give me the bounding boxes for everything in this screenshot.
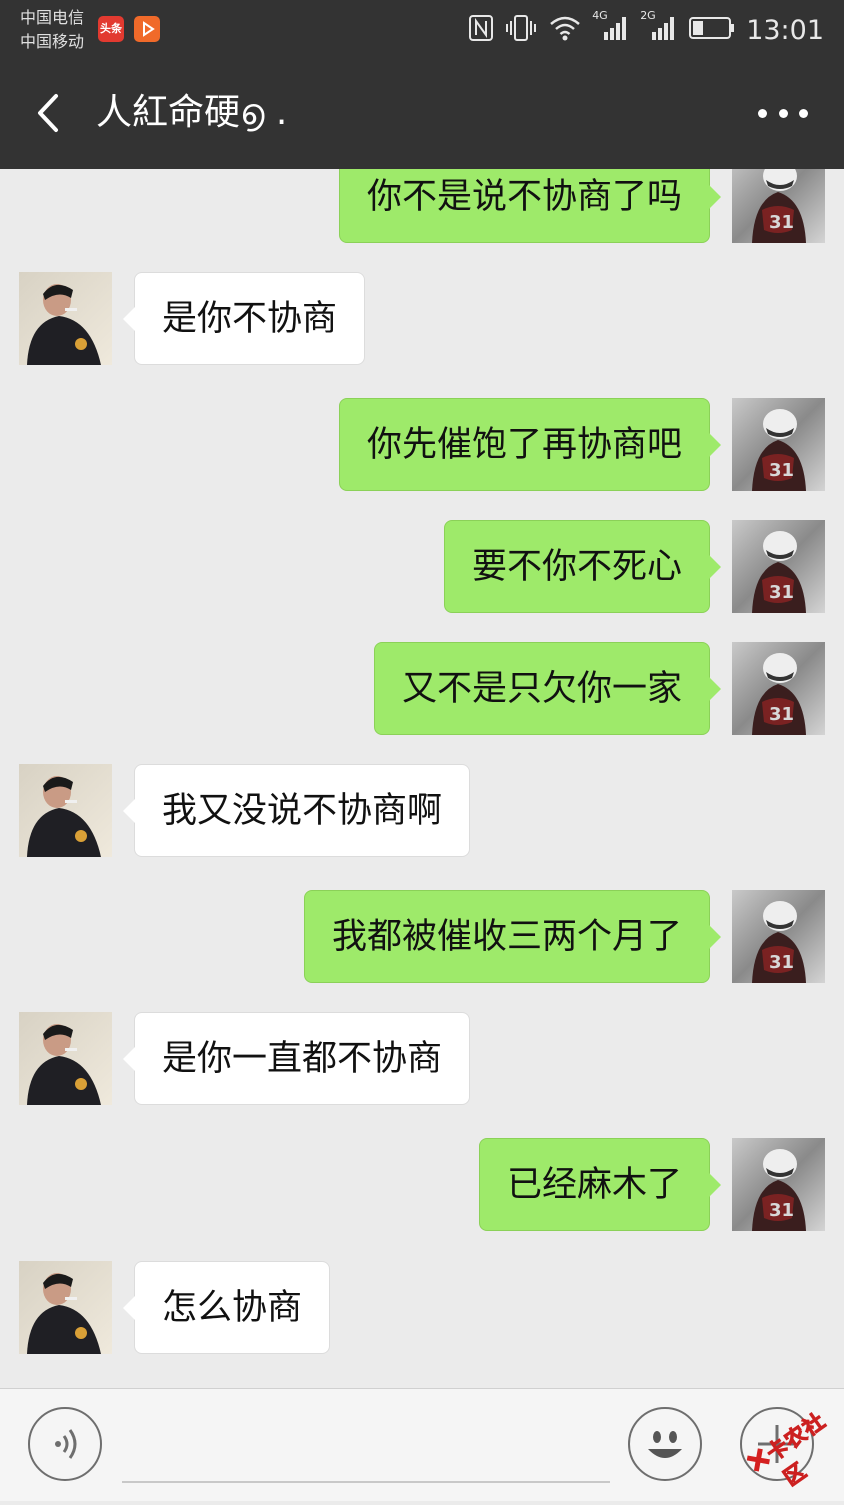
message-bubble-self[interactable]: 又不是只欠你一家 <box>373 642 722 735</box>
voice-button[interactable] <box>28 1407 102 1481</box>
message-bubble-self[interactable]: 你不是说不协商了吗 <box>338 169 722 243</box>
carrier-1: 中国电信 <box>20 8 85 27</box>
carrier-info: 中国电信 中国移动 <box>20 6 84 54</box>
avatar-self[interactable] <box>732 642 825 735</box>
carrier-2: 中国移动 <box>20 32 85 51</box>
avatar-self[interactable] <box>732 520 825 613</box>
avatar-contact[interactable] <box>19 1012 112 1105</box>
avatar-self[interactable] <box>732 169 825 243</box>
signal-2g-icon: 2G <box>640 9 678 47</box>
avatar-self[interactable] <box>732 890 825 983</box>
message-row: 是你不协商 <box>0 272 844 365</box>
status-time: 13:01 <box>746 14 824 46</box>
message-row: 你不是说不协商了吗 <box>0 169 844 243</box>
message-bubble-contact[interactable]: 怎么协商 <box>122 1261 331 1354</box>
message-row: 我又没说不协商啊 <box>0 764 844 857</box>
message-bubble-contact[interactable]: 是你一直都不协商 <box>122 1012 471 1105</box>
message-row: 怎么协商 <box>0 1261 844 1354</box>
message-bubble-contact[interactable]: 我又没说不协商啊 <box>122 764 471 857</box>
message-row: 又不是只欠你一家 <box>0 642 844 735</box>
message-input[interactable] <box>122 1411 610 1483</box>
smiley-icon <box>648 1431 682 1458</box>
message-bubble-self[interactable]: 要不你不死心 <box>443 520 722 613</box>
input-bar <box>0 1388 844 1501</box>
video-app-icon <box>134 16 160 42</box>
message-row: 要不你不死心 <box>0 520 844 613</box>
avatar-contact[interactable] <box>19 272 112 365</box>
message-bubble-self[interactable]: 已经麻木了 <box>478 1138 722 1231</box>
message-row: 你先催饱了再协商吧 <box>0 398 844 491</box>
back-button[interactable] <box>26 88 76 138</box>
message-row: 已经麻木了 <box>0 1138 844 1231</box>
signal-4g-icon: 4G <box>592 9 630 47</box>
message-bubble-contact[interactable]: 是你不协商 <box>122 272 366 365</box>
emoji-button[interactable] <box>628 1407 702 1481</box>
toutiao-app-icon: 头条 <box>98 16 124 42</box>
message-row: 是你一直都不协商 <box>0 1012 844 1105</box>
avatar-self[interactable] <box>732 1138 825 1231</box>
avatar-contact[interactable] <box>19 1261 112 1354</box>
more-options-button[interactable] <box>758 100 808 126</box>
message-bubble-self[interactable]: 我都被催收三两个月了 <box>303 890 722 983</box>
status-bar: 中国电信 中国移动 头条 4G 2G 13:01 <box>0 0 844 60</box>
wifi-icon <box>548 13 582 47</box>
chat-title: 人紅命硬൭ . <box>96 92 288 133</box>
message-row: 我都被催收三两个月了 <box>0 890 844 983</box>
vibrate-icon <box>504 13 538 47</box>
battery-icon <box>688 13 736 47</box>
chat-messages[interactable]: 你不是说不协商了吗 是你不协商 你先催饱了再协商吧 要不你不死心 又不是只欠你一… <box>0 169 844 1388</box>
chat-header: 人紅命硬൭ . <box>0 60 844 169</box>
avatar-contact[interactable] <box>19 764 112 857</box>
voice-icon <box>55 1429 77 1459</box>
message-bubble-self[interactable]: 你先催饱了再协商吧 <box>338 398 722 491</box>
chevron-left-icon <box>38 94 58 132</box>
status-indicators: 4G 2G 13:01 <box>468 9 824 48</box>
more-dots-icon <box>758 108 767 118</box>
nfc-icon <box>468 13 494 47</box>
avatar-self[interactable] <box>732 398 825 491</box>
